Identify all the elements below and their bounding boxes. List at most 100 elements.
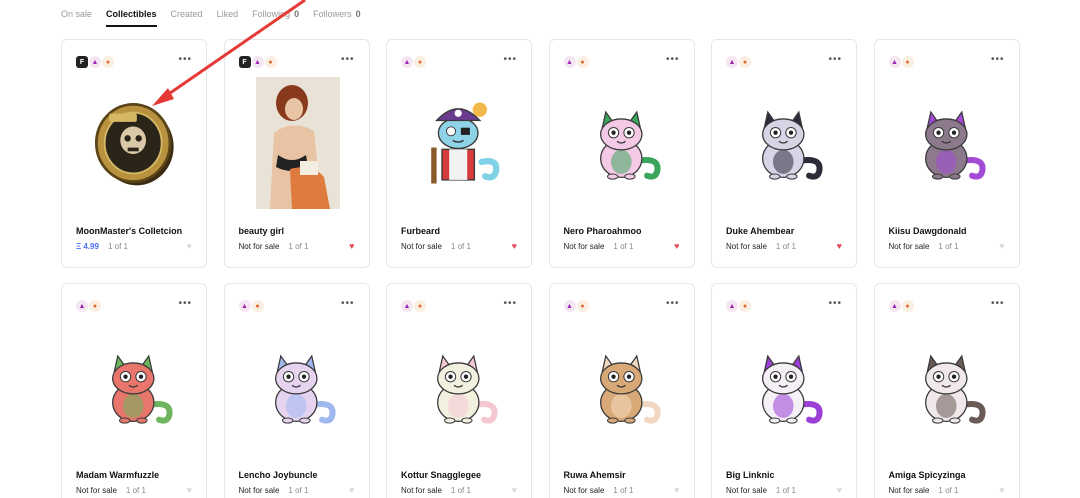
collection-avatar-icon[interactable]: ●: [576, 56, 589, 68]
collectible-card[interactable]: ▲ ● ••• Amiga Spicyzinga Not for sale 1 of 1…: [873, 283, 1020, 498]
price-label: Not for sale: [726, 242, 767, 251]
collectible-artwork[interactable]: [248, 77, 348, 209]
creator-avatar-icon[interactable]: ▲: [238, 300, 251, 312]
collection-avatar-icon[interactable]: ●: [901, 300, 914, 312]
creator-avatar-icon[interactable]: ▲: [401, 56, 413, 68]
more-options-icon[interactable]: •••: [828, 298, 842, 309]
collectible-card[interactable]: ▲ ● ••• Madam Warmfuzzle Not for sale 1 of 1…: [61, 283, 207, 498]
creator-avatar-icon[interactable]: ▲: [563, 300, 576, 312]
collectible-card[interactable]: ▲ ● ••• Kiisu Dawgdonald Not for sale 1 of 1…: [873, 39, 1020, 268]
price-label: Not for sale: [76, 486, 117, 495]
more-options-icon[interactable]: •••: [991, 298, 1005, 309]
creator-avatar-icon[interactable]: ▲: [888, 300, 901, 312]
creator-avatar-icon[interactable]: ▲: [251, 56, 264, 68]
collectible-card[interactable]: F ▲ ● ••• beauty girl Not for sale 1 of 1 ♥: [223, 39, 370, 268]
more-options-icon[interactable]: •••: [503, 54, 517, 65]
collectible-meta: Not for sale 1 of 1: [564, 242, 634, 251]
heart-icon[interactable]: ♥: [512, 485, 517, 495]
collection-avatar-icon[interactable]: ●: [901, 56, 914, 68]
tab-collectibles[interactable]: Collectibles: [106, 9, 157, 27]
creator-avatar-icon[interactable]: ▲: [726, 56, 738, 68]
collection-avatar-icon[interactable]: ●: [102, 56, 114, 68]
collectible-title[interactable]: Nero Pharoahmoo: [564, 226, 642, 236]
heart-icon[interactable]: ♥: [674, 241, 679, 251]
collectible-artwork[interactable]: [573, 322, 673, 452]
collectible-artwork[interactable]: [85, 322, 185, 452]
more-options-icon[interactable]: •••: [666, 298, 680, 309]
creator-avatar-icon[interactable]: ▲: [563, 56, 576, 68]
price-label: Not for sale: [726, 486, 767, 495]
tab-created[interactable]: Created: [171, 9, 203, 27]
collectible-artwork[interactable]: [248, 322, 348, 452]
more-options-icon[interactable]: •••: [991, 54, 1005, 65]
collectible-card[interactable]: ▲ ● ••• Big Linknic Not for sale 1 of 1 ♥: [711, 283, 857, 498]
heart-icon[interactable]: ♥: [999, 485, 1004, 495]
tab-on-sale[interactable]: On sale: [61, 9, 92, 27]
collectible-title[interactable]: Madam Warmfuzzle: [76, 470, 159, 480]
collectible-card[interactable]: F ▲ ● ••• MoonMaster's Colletcion Ξ 4.99 1 of…: [61, 39, 207, 268]
collection-avatar-icon[interactable]: ●: [414, 56, 426, 68]
heart-icon[interactable]: ♥: [999, 241, 1004, 251]
collection-avatar-icon[interactable]: ●: [739, 300, 751, 312]
collectible-title[interactable]: Amiga Spicyzinga: [889, 470, 966, 480]
creator-avatar-icon[interactable]: ▲: [888, 56, 901, 68]
more-options-icon[interactable]: •••: [503, 298, 517, 309]
collectible-artwork[interactable]: [735, 322, 835, 452]
collectible-artwork[interactable]: [410, 322, 510, 452]
collectible-title[interactable]: Big Linknic: [726, 470, 775, 480]
collectible-title[interactable]: Kiisu Dawgdonald: [889, 226, 967, 236]
collectible-title[interactable]: Ruwa Ahemsir: [564, 470, 626, 480]
heart-icon[interactable]: ♥: [187, 485, 192, 495]
collection-avatar-icon[interactable]: ●: [251, 300, 264, 312]
collectible-meta: Ξ 4.99 1 of 1: [76, 242, 128, 251]
tab-following[interactable]: Following 0: [252, 9, 299, 27]
collectible-title[interactable]: Kottur Snagglegee: [401, 470, 481, 480]
profile-tabs: On sale Collectibles Created Liked Following…: [61, 9, 375, 27]
collectible-card[interactable]: ▲ ● ••• Duke Ahembear Not for sale 1 of 1 ♥: [711, 39, 857, 268]
collectible-artwork[interactable]: [85, 78, 185, 208]
collection-avatar-icon[interactable]: ●: [739, 56, 751, 68]
collectible-title[interactable]: Furbeard: [401, 226, 440, 236]
collectible-artwork[interactable]: [898, 322, 998, 452]
creator-avatar-icon[interactable]: ▲: [76, 300, 88, 312]
edition-label: 1 of 1: [107, 242, 128, 251]
heart-icon[interactable]: ♥: [349, 485, 354, 495]
collectible-card[interactable]: ▲ ● ••• Kottur Snagglegee Not for sale 1 of …: [386, 283, 532, 498]
collectible-card[interactable]: ▲ ● ••• Ruwa Ahemsir Not for sale 1 of 1 ♥: [548, 283, 695, 498]
tab-followers[interactable]: Followers 0: [313, 9, 361, 27]
more-options-icon[interactable]: •••: [828, 54, 842, 65]
collectible-card[interactable]: ▲ ● ••• Furbeard Not for sale 1 of 1 ♥: [386, 39, 532, 268]
owner-avatar[interactable]: F: [238, 56, 251, 68]
more-options-icon[interactable]: •••: [178, 298, 192, 309]
collection-avatar-icon[interactable]: ●: [264, 56, 277, 68]
heart-icon[interactable]: ♥: [512, 241, 517, 251]
collection-avatar-icon[interactable]: ●: [576, 300, 589, 312]
tab-liked[interactable]: Liked: [217, 9, 239, 27]
heart-icon[interactable]: ♥: [349, 241, 354, 251]
collectible-title[interactable]: Duke Ahembear: [726, 226, 794, 236]
collectible-title[interactable]: beauty girl: [239, 226, 285, 236]
collectible-card[interactable]: ▲ ● ••• Lencho Joybuncle Not for sale 1 of 1…: [223, 283, 370, 498]
heart-icon[interactable]: ♥: [837, 241, 842, 251]
collectible-artwork[interactable]: [573, 78, 673, 208]
more-options-icon[interactable]: •••: [341, 298, 355, 309]
creator-avatar-icon[interactable]: ▲: [401, 300, 413, 312]
heart-icon[interactable]: ♥: [187, 241, 192, 251]
more-options-icon[interactable]: •••: [178, 54, 192, 65]
more-options-icon[interactable]: •••: [341, 54, 355, 65]
owner-avatar[interactable]: F: [76, 56, 88, 68]
creator-avatar-icon[interactable]: ▲: [726, 300, 738, 312]
heart-icon[interactable]: ♥: [674, 485, 679, 495]
collection-avatar-icon[interactable]: ●: [414, 300, 426, 312]
creator-avatar-icon[interactable]: ▲: [89, 56, 101, 68]
collectible-title[interactable]: MoonMaster's Colletcion: [76, 226, 182, 236]
heart-icon[interactable]: ♥: [837, 485, 842, 495]
collectible-artwork[interactable]: [898, 78, 998, 208]
collection-avatar-icon[interactable]: ●: [89, 300, 101, 312]
more-options-icon[interactable]: •••: [666, 54, 680, 65]
collectible-title[interactable]: Lencho Joybuncle: [239, 470, 318, 480]
collectible-card[interactable]: ▲ ● ••• Nero Pharoahmoo Not for sale 1 of 1 ♥: [548, 39, 695, 268]
price-label: Not for sale: [888, 242, 930, 251]
collectible-artwork[interactable]: [410, 78, 510, 208]
collectible-artwork[interactable]: [735, 78, 835, 208]
